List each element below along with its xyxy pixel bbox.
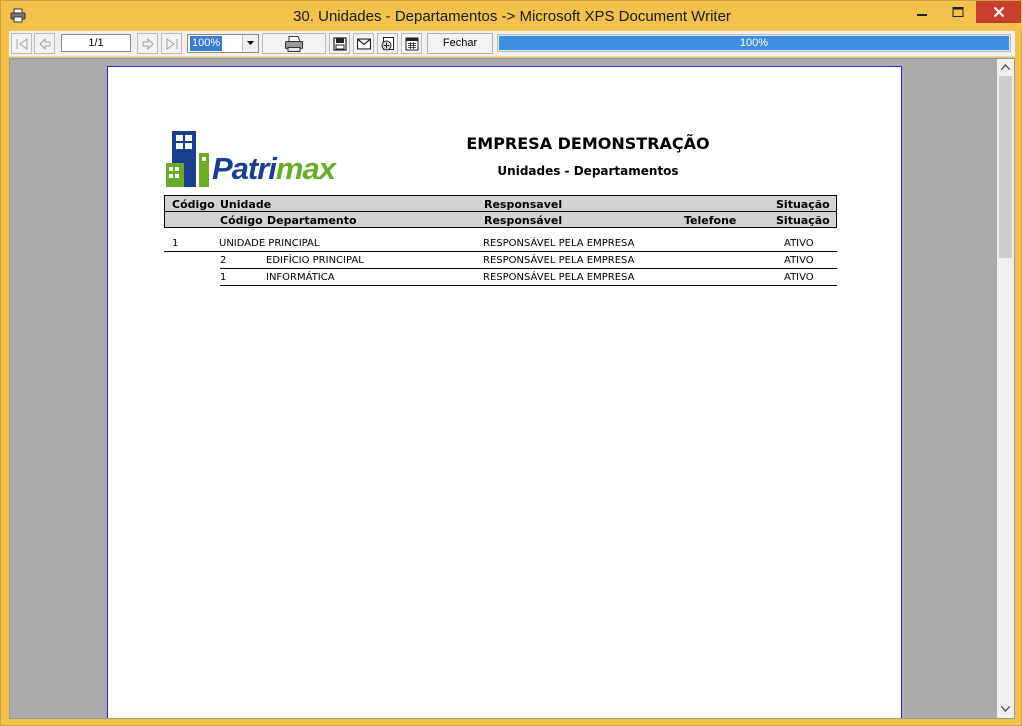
unit-nome: UNIDADE PRINCIPAL [219,238,320,249]
export-icon [381,36,394,50]
logo-wordmark: Patrimax [212,151,336,186]
progress-text: 100% [739,37,769,49]
header-dept-situacao: Situação [776,214,830,227]
header-dept-codigo: Código [220,214,263,227]
header-situacao: Situação [776,198,830,211]
department-row: 2 EDIFÍCIO PRINCIPAL RESPONSÁVEL PELA EM… [220,253,837,269]
zoom-value: 100% [190,36,223,51]
report-page: Patrimax EMPRESA DEMONSTRAÇÃO Unidades -… [107,66,902,718]
unit-responsavel: RESPONSÁVEL PELA EMPRESA [483,238,635,249]
dept-responsavel: RESPONSÁVEL PELA EMPRESA [483,255,635,266]
dept-situacao: ATIVO [784,255,814,266]
email-button[interactable] [353,33,374,54]
next-page-button[interactable] [137,33,158,54]
dept-situacao: ATIVO [784,272,814,283]
header-unidade: Unidade [220,198,272,211]
unit-situacao: ATIVO [784,238,814,249]
department-header-row: Código Departamento Responsável Telefone… [164,211,837,228]
page-indicator-field[interactable]: 1/1 [61,34,131,52]
patrimax-logo: Patrimax [166,129,342,189]
zoom-dropdown-button[interactable] [242,35,258,52]
next-page-icon [142,37,154,50]
report-preview-window: 30. Unidades - Departamentos -> Microsof… [0,0,1022,726]
preview-viewport[interactable]: Patrimax EMPRESA DEMONSTRAÇÃO Unidades -… [9,58,1015,719]
last-page-icon [166,37,177,50]
dept-nome: INFORMÁTICA [266,272,335,283]
title-bar: 30. Unidades - Departamentos -> Microsof… [1,1,1022,31]
minimize-icon [917,14,927,16]
dept-codigo: 2 [220,255,227,266]
scroll-down-button[interactable] [997,701,1014,718]
department-row: 1 INFORMÁTICA RESPONSÁVEL PELA EMPRESA A… [220,270,837,286]
dept-responsavel: RESPONSÁVEL PELA EMPRESA [483,272,635,283]
scroll-down-icon [1001,706,1010,712]
scroll-up-icon [1001,64,1010,70]
header-telefone: Telefone [684,214,737,227]
close-icon [993,6,1004,18]
zoom-select[interactable]: 100% [187,34,259,53]
header-responsavel: Responsavel [484,198,563,211]
unit-row: 1 UNIDADE PRINCIPAL RESPONSÁVEL PELA EMP… [164,236,837,252]
dept-codigo: 1 [220,272,227,283]
close-preview-button[interactable]: Fechar [427,33,493,54]
unit-codigo: 1 [172,238,179,249]
window-title: 30. Unidades - Departamentos -> Microsof… [293,8,731,25]
dropdown-arrow-icon [247,41,254,45]
save-icon [332,36,347,51]
prev-page-icon [38,37,50,50]
print-icon [285,35,303,52]
last-page-button[interactable] [161,33,182,54]
print-button[interactable] [262,33,326,54]
preview-toolbar: 1/1 100% Fechar 100% [9,31,1015,57]
report-subtitle: Unidades - Departamentos [497,164,679,178]
scrollbar-thumb[interactable] [999,76,1012,258]
export-button[interactable] [377,33,398,54]
unit-header-row: Código Unidade Responsavel Situação [164,195,837,212]
prev-page-button[interactable] [34,33,55,54]
setup-icon [405,37,418,50]
vertical-scrollbar[interactable] [997,59,1014,718]
header-codigo: Código [172,198,215,211]
page-setup-button[interactable] [401,33,422,54]
progress-bar: 100% [497,34,1011,52]
scroll-up-button[interactable] [997,59,1014,76]
minimize-button[interactable] [907,1,937,23]
maximize-icon [952,7,964,17]
save-button[interactable] [329,33,350,54]
first-page-icon [16,37,27,50]
header-dept-responsavel: Responsável [484,214,563,227]
email-icon [356,38,371,49]
close-button[interactable] [976,1,1021,23]
first-page-button[interactable] [11,33,32,54]
header-departamento: Departamento [267,214,357,227]
dept-nome: EDIFÍCIO PRINCIPAL [266,255,364,266]
maximize-button[interactable] [943,1,973,23]
company-name: EMPRESA DEMONSTRAÇÃO [466,134,710,153]
